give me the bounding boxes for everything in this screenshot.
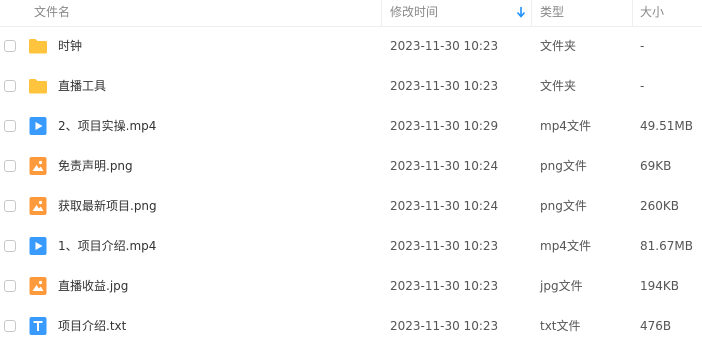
file-modified-time: 2023-11-30 10:23 <box>390 279 499 293</box>
file-size: 69KB <box>640 159 672 173</box>
file-name[interactable]: 获取最新项目.png <box>58 187 157 226</box>
header-divider <box>381 0 382 26</box>
table-row[interactable]: 1、项目介绍.mp4 2023-11-30 10:23 mp4文件 81.67MB <box>0 227 702 267</box>
row-checkbox[interactable] <box>4 120 16 132</box>
image-icon <box>28 276 48 296</box>
header-size[interactable]: 大小 <box>640 0 664 26</box>
row-checkbox[interactable] <box>4 240 16 252</box>
header-divider <box>531 0 532 26</box>
file-size: 81.67MB <box>640 239 693 253</box>
image-icon <box>28 156 48 176</box>
file-type: mp4文件 <box>540 239 591 253</box>
file-size: 49.51MB <box>640 119 693 133</box>
file-name[interactable]: 2、项目实操.mp4 <box>58 107 156 146</box>
video-icon <box>28 236 48 256</box>
table-header: 文件名 修改时间 类型 大小 <box>0 0 702 27</box>
file-name[interactable]: 免责声明.png <box>58 147 133 186</box>
file-type: 文件夹 <box>540 39 577 53</box>
file-type: txt文件 <box>540 319 581 333</box>
file-type: png文件 <box>540 159 587 173</box>
table-row[interactable]: 获取最新项目.png 2023-11-30 10:24 png文件 260KB <box>0 187 702 227</box>
file-name[interactable]: 项目介绍.txt <box>58 307 126 346</box>
file-modified-time: 2023-11-30 10:23 <box>390 79 499 93</box>
row-checkbox[interactable] <box>4 80 16 92</box>
file-size: 194KB <box>640 279 680 293</box>
file-type: png文件 <box>540 199 587 213</box>
file-modified-time: 2023-11-30 10:23 <box>390 319 499 333</box>
file-name[interactable]: 直播工具 <box>58 67 106 106</box>
file-name[interactable]: 直播收益.jpg <box>58 267 128 306</box>
file-size: 260KB <box>640 199 680 213</box>
text-file-icon <box>28 316 48 336</box>
folder-icon <box>28 36 48 56</box>
row-checkbox[interactable] <box>4 160 16 172</box>
file-name[interactable]: 时钟 <box>58 27 82 66</box>
folder-icon <box>28 76 48 96</box>
table-row[interactable]: 时钟 2023-11-30 10:23 文件夹 - <box>0 27 702 67</box>
file-size: - <box>640 79 645 93</box>
header-type[interactable]: 类型 <box>540 0 564 26</box>
table-row[interactable]: 免责声明.png 2023-11-30 10:24 png文件 69KB <box>0 147 702 187</box>
table-row[interactable]: 直播工具 2023-11-30 10:23 文件夹 - <box>0 67 702 107</box>
file-type: 文件夹 <box>540 79 577 93</box>
file-type: mp4文件 <box>540 119 591 133</box>
image-icon <box>28 196 48 216</box>
file-modified-time: 2023-11-30 10:24 <box>390 159 499 173</box>
table-row[interactable]: 2、项目实操.mp4 2023-11-30 10:29 mp4文件 49.51MB <box>0 107 702 147</box>
file-modified-time: 2023-11-30 10:23 <box>390 39 499 53</box>
file-modified-time: 2023-11-30 10:24 <box>390 199 499 213</box>
video-icon <box>28 116 48 136</box>
file-modified-time: 2023-11-30 10:23 <box>390 239 499 253</box>
row-checkbox[interactable] <box>4 40 16 52</box>
row-checkbox[interactable] <box>4 280 16 292</box>
header-name[interactable]: 文件名 <box>34 0 70 26</box>
file-size: 476B <box>640 319 672 333</box>
table-row[interactable]: 项目介绍.txt 2023-11-30 10:23 txt文件 476B <box>0 307 702 347</box>
header-modified-time[interactable]: 修改时间 <box>390 0 438 26</box>
sort-desc-icon[interactable] <box>516 6 526 18</box>
row-checkbox[interactable] <box>4 320 16 332</box>
file-list-table: 文件名 修改时间 类型 大小 时钟 2023-11-30 10:23 文件夹 - 直播工… <box>0 0 702 349</box>
file-type: jpg文件 <box>540 279 583 293</box>
table-row[interactable]: 直播收益.jpg 2023-11-30 10:23 jpg文件 194KB <box>0 267 702 307</box>
header-divider <box>632 0 633 26</box>
file-modified-time: 2023-11-30 10:29 <box>390 119 499 133</box>
row-checkbox[interactable] <box>4 200 16 212</box>
file-size: - <box>640 39 645 53</box>
file-name[interactable]: 1、项目介绍.mp4 <box>58 227 156 266</box>
